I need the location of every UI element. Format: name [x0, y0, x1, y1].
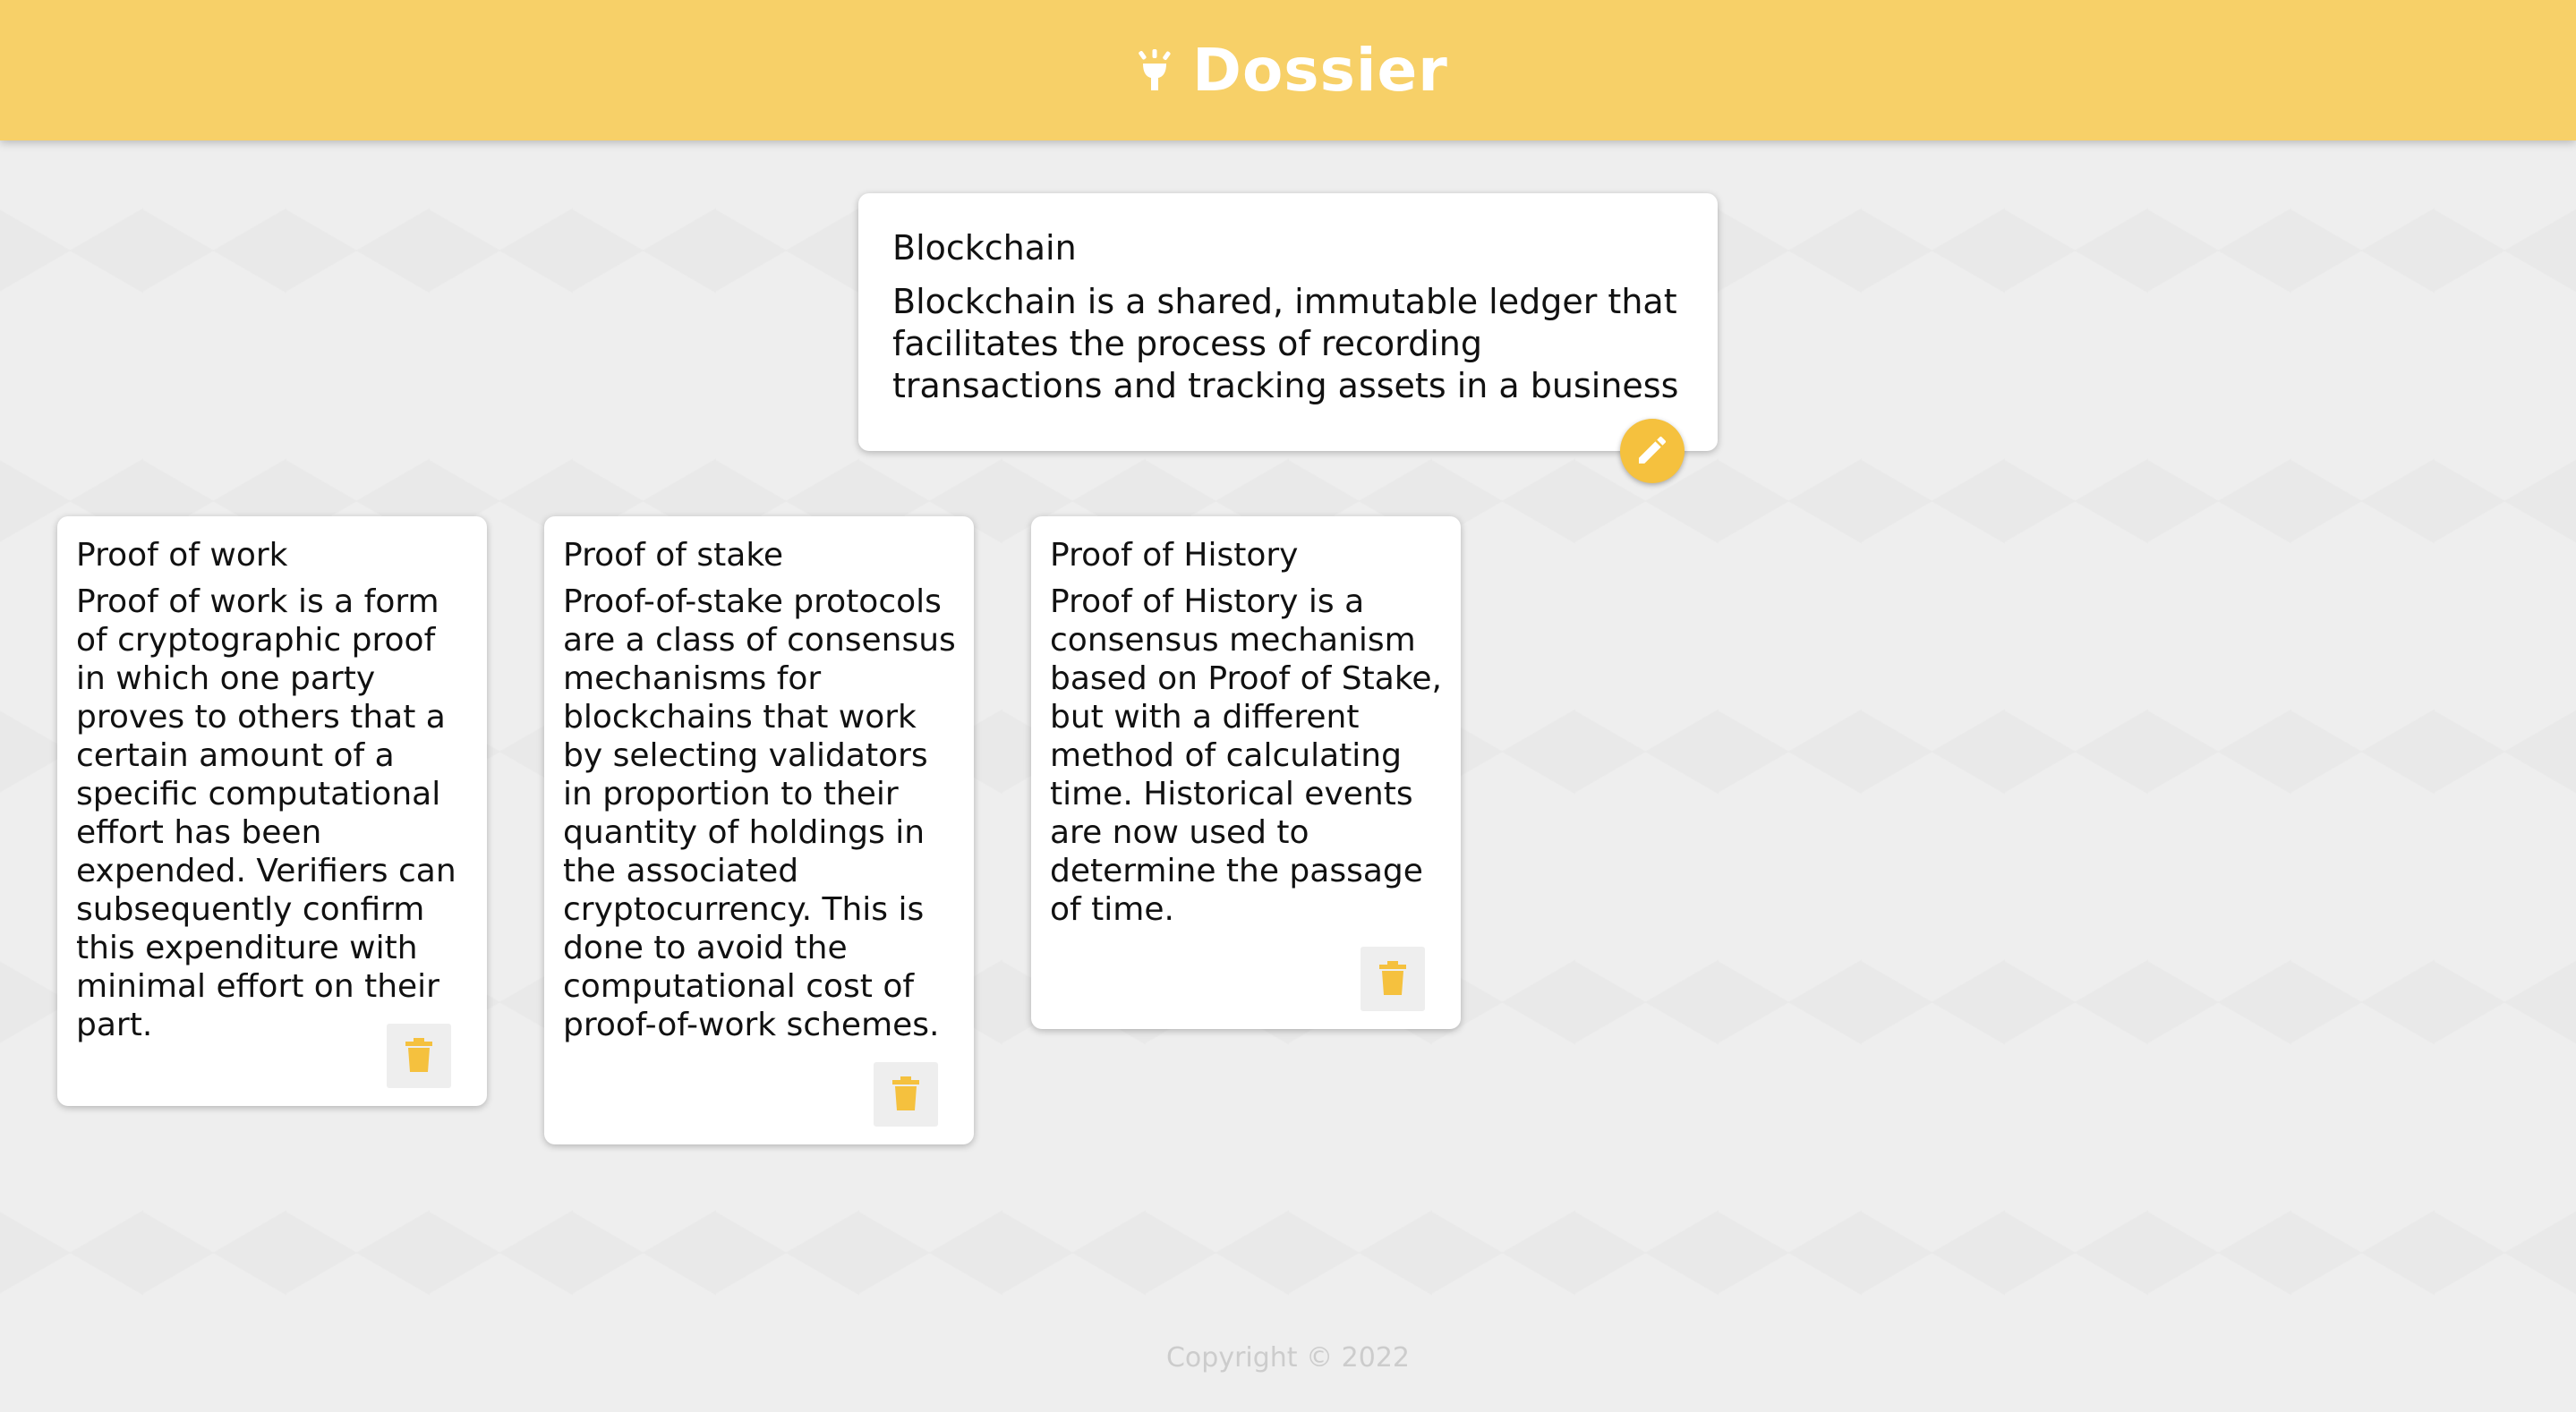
note-card: Proof of History Proof of History is a c…: [1031, 516, 1461, 1029]
note-content: Proof-of-stake protocols are a class of …: [563, 583, 956, 1043]
copyright-text: Copyright © 2022: [1165, 1342, 1410, 1374]
note-card: Proof of stake Proof-of-stake protocols …: [544, 516, 974, 1144]
note-content: Proof of work is a form of cryptographic…: [76, 583, 456, 1043]
pencil-icon: [1634, 432, 1670, 471]
lightbulb-icon: [1137, 48, 1173, 92]
trash-icon: [892, 1076, 919, 1113]
edit-button[interactable]: [1620, 419, 1685, 483]
delete-button[interactable]: [387, 1024, 451, 1088]
brand: Dossier: [1137, 36, 1448, 105]
note-card: Proof of work Proof of work is a form of…: [57, 516, 487, 1106]
note-title-input[interactable]: Blockchain: [892, 225, 1684, 270]
trash-icon: [1379, 960, 1406, 998]
delete-button[interactable]: [874, 1062, 938, 1127]
delete-button[interactable]: [1361, 947, 1425, 1011]
note-content: Proof of History is a consensus mechanis…: [1050, 583, 1442, 928]
app-title: Dossier: [1192, 36, 1448, 105]
note-title: Proof of History: [1050, 537, 1299, 574]
app-header: Dossier: [0, 0, 2576, 140]
note-content-textarea[interactable]: Blockchain is a shared, immutable ledger…: [892, 281, 1684, 407]
create-note-card[interactable]: Blockchain Blockchain is a shared, immut…: [858, 193, 1718, 483]
note-title: Proof of stake: [563, 537, 784, 574]
note-title: Proof of work: [76, 537, 288, 574]
trash-icon: [405, 1037, 432, 1075]
footer: Copyright © 2022: [0, 1342, 2576, 1374]
